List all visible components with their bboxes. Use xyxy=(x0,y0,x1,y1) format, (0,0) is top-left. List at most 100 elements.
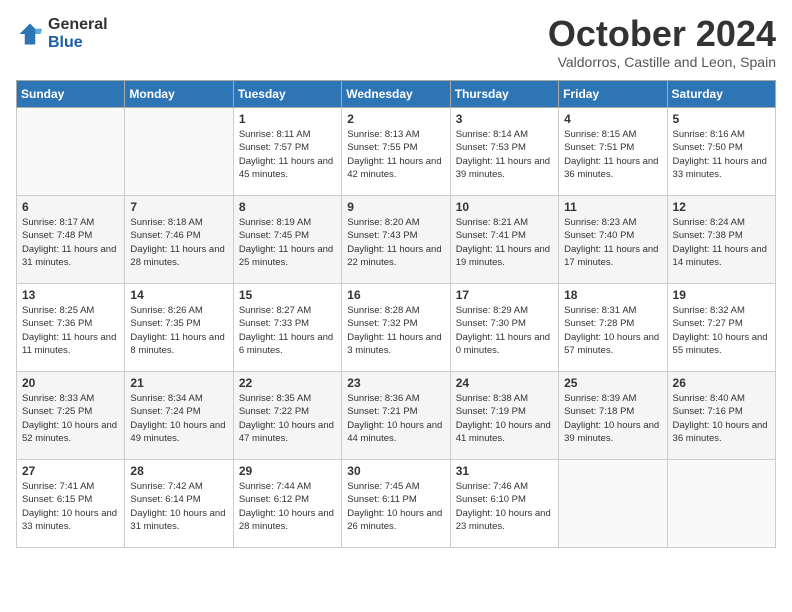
day-number: 13 xyxy=(22,288,119,302)
day-info: Sunrise: 8:40 AM Sunset: 7:16 PM Dayligh… xyxy=(673,392,770,445)
calendar-cell: 29 Sunrise: 7:44 AM Sunset: 6:12 PM Dayli… xyxy=(233,460,341,548)
calendar-table: SundayMondayTuesdayWednesdayThursdayFrid… xyxy=(16,80,776,548)
day-number: 17 xyxy=(456,288,553,302)
calendar-cell xyxy=(17,108,125,196)
day-info: Sunrise: 8:11 AM Sunset: 7:57 PM Dayligh… xyxy=(239,128,336,181)
day-info: Sunrise: 8:38 AM Sunset: 7:19 PM Dayligh… xyxy=(456,392,553,445)
day-number: 11 xyxy=(564,200,661,214)
header-saturday: Saturday xyxy=(667,81,775,108)
day-info: Sunrise: 7:45 AM Sunset: 6:11 PM Dayligh… xyxy=(347,480,444,533)
day-number: 22 xyxy=(239,376,336,390)
day-number: 3 xyxy=(456,112,553,126)
month-title: October 2024 xyxy=(548,16,776,52)
day-info: Sunrise: 8:23 AM Sunset: 7:40 PM Dayligh… xyxy=(564,216,661,269)
day-number: 23 xyxy=(347,376,444,390)
day-number: 25 xyxy=(564,376,661,390)
day-number: 8 xyxy=(239,200,336,214)
day-number: 9 xyxy=(347,200,444,214)
day-info: Sunrise: 8:32 AM Sunset: 7:27 PM Dayligh… xyxy=(673,304,770,357)
calendar-cell xyxy=(667,460,775,548)
calendar-cell: 3 Sunrise: 8:14 AM Sunset: 7:53 PM Daylig… xyxy=(450,108,558,196)
calendar-cell: 13Sunrise: 8:25 AM Sunset: 7:36 PM Dayli… xyxy=(17,284,125,372)
header-thursday: Thursday xyxy=(450,81,558,108)
calendar-cell: 14Sunrise: 8:26 AM Sunset: 7:35 PM Dayli… xyxy=(125,284,233,372)
week-row-1: 6 Sunrise: 8:17 AM Sunset: 7:48 PM Daylig… xyxy=(17,196,776,284)
location-subtitle: Valdorros, Castille and Leon, Spain xyxy=(548,54,776,70)
calendar-cell: 30 Sunrise: 7:45 AM Sunset: 6:11 PM Dayli… xyxy=(342,460,450,548)
day-number: 31 xyxy=(456,464,553,478)
header-friday: Friday xyxy=(559,81,667,108)
day-info: Sunrise: 8:29 AM Sunset: 7:30 PM Dayligh… xyxy=(456,304,553,357)
day-number: 20 xyxy=(22,376,119,390)
day-info: Sunrise: 8:39 AM Sunset: 7:18 PM Dayligh… xyxy=(564,392,661,445)
day-info: Sunrise: 8:17 AM Sunset: 7:48 PM Dayligh… xyxy=(22,216,119,269)
day-info: Sunrise: 8:19 AM Sunset: 7:45 PM Dayligh… xyxy=(239,216,336,269)
day-info: Sunrise: 8:21 AM Sunset: 7:41 PM Dayligh… xyxy=(456,216,553,269)
day-info: Sunrise: 8:33 AM Sunset: 7:25 PM Dayligh… xyxy=(22,392,119,445)
header-sunday: Sunday xyxy=(17,81,125,108)
header: General Blue October 2024 Valdorros, Cas… xyxy=(16,16,776,70)
day-number: 14 xyxy=(130,288,227,302)
day-number: 6 xyxy=(22,200,119,214)
day-info: Sunrise: 8:27 AM Sunset: 7:33 PM Dayligh… xyxy=(239,304,336,357)
day-number: 28 xyxy=(130,464,227,478)
calendar-cell: 11 Sunrise: 8:23 AM Sunset: 7:40 PM Dayli… xyxy=(559,196,667,284)
day-number: 16 xyxy=(347,288,444,302)
day-number: 24 xyxy=(456,376,553,390)
day-number: 7 xyxy=(130,200,227,214)
calendar-cell: 15 Sunrise: 8:27 AM Sunset: 7:33 PM Dayli… xyxy=(233,284,341,372)
calendar-cell: 8 Sunrise: 8:19 AM Sunset: 7:45 PM Daylig… xyxy=(233,196,341,284)
day-number: 26 xyxy=(673,376,770,390)
calendar-cell xyxy=(559,460,667,548)
calendar-header-row: SundayMondayTuesdayWednesdayThursdayFrid… xyxy=(17,81,776,108)
day-info: Sunrise: 8:20 AM Sunset: 7:43 PM Dayligh… xyxy=(347,216,444,269)
day-number: 2 xyxy=(347,112,444,126)
calendar-cell: 12Sunrise: 8:24 AM Sunset: 7:38 PM Dayli… xyxy=(667,196,775,284)
day-info: Sunrise: 8:14 AM Sunset: 7:53 PM Dayligh… xyxy=(456,128,553,181)
week-row-4: 27Sunrise: 7:41 AM Sunset: 6:15 PM Dayli… xyxy=(17,460,776,548)
calendar-cell: 21Sunrise: 8:34 AM Sunset: 7:24 PM Dayli… xyxy=(125,372,233,460)
day-info: Sunrise: 8:31 AM Sunset: 7:28 PM Dayligh… xyxy=(564,304,661,357)
day-info: Sunrise: 8:35 AM Sunset: 7:22 PM Dayligh… xyxy=(239,392,336,445)
calendar-cell: 23Sunrise: 8:36 AM Sunset: 7:21 PM Dayli… xyxy=(342,372,450,460)
day-info: Sunrise: 7:42 AM Sunset: 6:14 PM Dayligh… xyxy=(130,480,227,533)
title-section: October 2024 Valdorros, Castille and Leo… xyxy=(548,16,776,70)
calendar-cell: 31 Sunrise: 7:46 AM Sunset: 6:10 PM Dayli… xyxy=(450,460,558,548)
calendar-cell: 2 Sunrise: 8:13 AM Sunset: 7:55 PM Daylig… xyxy=(342,108,450,196)
calendar-cell: 5Sunrise: 8:16 AM Sunset: 7:50 PM Daylig… xyxy=(667,108,775,196)
calendar-cell: 17 Sunrise: 8:29 AM Sunset: 7:30 PM Dayli… xyxy=(450,284,558,372)
header-monday: Monday xyxy=(125,81,233,108)
calendar-cell: 24 Sunrise: 8:38 AM Sunset: 7:19 PM Dayli… xyxy=(450,372,558,460)
calendar-cell: 10Sunrise: 8:21 AM Sunset: 7:41 PM Dayli… xyxy=(450,196,558,284)
day-number: 12 xyxy=(673,200,770,214)
day-number: 15 xyxy=(239,288,336,302)
calendar-cell: 25 Sunrise: 8:39 AM Sunset: 7:18 PM Dayli… xyxy=(559,372,667,460)
logo-general-text: General xyxy=(48,16,108,34)
calendar-cell: 9 Sunrise: 8:20 AM Sunset: 7:43 PM Daylig… xyxy=(342,196,450,284)
day-number: 1 xyxy=(239,112,336,126)
day-info: Sunrise: 8:13 AM Sunset: 7:55 PM Dayligh… xyxy=(347,128,444,181)
logo-text: General Blue xyxy=(48,16,108,51)
logo-blue-text: Blue xyxy=(48,34,108,52)
calendar-cell: 7Sunrise: 8:18 AM Sunset: 7:46 PM Daylig… xyxy=(125,196,233,284)
day-number: 29 xyxy=(239,464,336,478)
logo: General Blue xyxy=(16,16,108,51)
calendar-cell: 20 Sunrise: 8:33 AM Sunset: 7:25 PM Dayli… xyxy=(17,372,125,460)
calendar-cell: 18 Sunrise: 8:31 AM Sunset: 7:28 PM Dayli… xyxy=(559,284,667,372)
day-number: 27 xyxy=(22,464,119,478)
day-number: 30 xyxy=(347,464,444,478)
calendar-cell: 22 Sunrise: 8:35 AM Sunset: 7:22 PM Dayli… xyxy=(233,372,341,460)
day-info: Sunrise: 8:28 AM Sunset: 7:32 PM Dayligh… xyxy=(347,304,444,357)
day-info: Sunrise: 7:44 AM Sunset: 6:12 PM Dayligh… xyxy=(239,480,336,533)
day-number: 4 xyxy=(564,112,661,126)
calendar-cell: 19 Sunrise: 8:32 AM Sunset: 7:27 PM Dayli… xyxy=(667,284,775,372)
day-info: Sunrise: 7:46 AM Sunset: 6:10 PM Dayligh… xyxy=(456,480,553,533)
day-number: 5 xyxy=(673,112,770,126)
calendar-cell: 16 Sunrise: 8:28 AM Sunset: 7:32 PM Dayli… xyxy=(342,284,450,372)
day-number: 19 xyxy=(673,288,770,302)
header-wednesday: Wednesday xyxy=(342,81,450,108)
day-info: Sunrise: 8:15 AM Sunset: 7:51 PM Dayligh… xyxy=(564,128,661,181)
calendar-cell xyxy=(125,108,233,196)
day-number: 18 xyxy=(564,288,661,302)
calendar-cell: 1 Sunrise: 8:11 AM Sunset: 7:57 PM Daylig… xyxy=(233,108,341,196)
